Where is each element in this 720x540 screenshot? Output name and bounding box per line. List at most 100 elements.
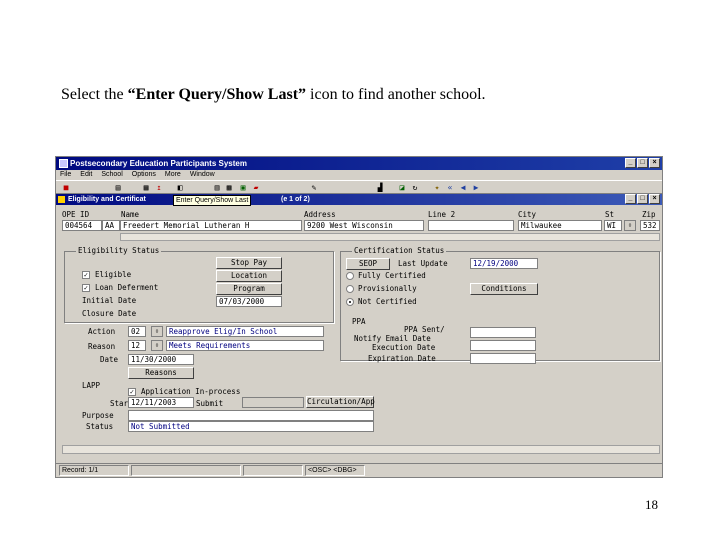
city-field[interactable]: Milwaukee (518, 220, 602, 231)
menu-window[interactable]: Window (190, 170, 215, 180)
opeid-suffix-field[interactable]: AA (102, 220, 120, 231)
stop-pay-button[interactable]: Stop Pay (216, 257, 282, 269)
action-lov-icon[interactable]: ⇳ (151, 326, 163, 337)
minimize-icon[interactable]: _ (625, 158, 636, 168)
app-window: Postsecondary Education Participants Sys… (55, 156, 663, 478)
form-icon (58, 196, 65, 203)
form-title-suffix: (e 1 of 2) (281, 196, 310, 203)
start-date-field[interactable]: 12/11/2003 (128, 397, 194, 408)
menu-bar: File Edit School Options More Window (56, 170, 662, 180)
eligible-checkbox[interactable]: ✓ (82, 271, 90, 279)
refresh-icon[interactable]: ↻ (409, 182, 421, 193)
form-horizontal-scrollbar[interactable] (62, 445, 660, 454)
cancel-query-icon[interactable]: ▣ (237, 182, 249, 193)
action-date-field[interactable]: 11/30/2000 (128, 354, 194, 365)
form-maximize-icon[interactable]: □ (637, 194, 648, 204)
fully-certified-radio[interactable] (346, 272, 354, 280)
ppa-sent-field[interactable] (470, 327, 536, 338)
zip-field[interactable]: 532 (640, 220, 660, 231)
expiration-date-label: Expiration Date (368, 354, 436, 363)
address-label: Address (304, 210, 336, 219)
opeid-field[interactable]: 004564 (62, 220, 102, 231)
circulation-app-button[interactable]: Circulation/App (306, 396, 375, 408)
location-button[interactable]: Location (216, 270, 282, 282)
header-scrollbar[interactable] (120, 233, 660, 241)
caption-text-post: icon to find another school. (306, 86, 486, 103)
menu-file[interactable]: File (60, 170, 71, 180)
app-icon (59, 159, 68, 168)
program-date-field[interactable]: 07/03/2000 (216, 296, 282, 307)
enter-query-show-last-icon[interactable]: ◧ (174, 182, 186, 193)
reason-lov-icon[interactable]: ⇳ (151, 340, 163, 351)
seop-button[interactable]: SEOP (346, 258, 390, 270)
reason-code-field[interactable]: 12 (128, 340, 146, 351)
exit-icon[interactable]: ■ (60, 182, 72, 193)
form-close-icon[interactable]: × (649, 194, 660, 204)
purpose-field[interactable] (128, 410, 374, 421)
reasons-button[interactable]: Reasons (128, 367, 194, 379)
provisionally-radio[interactable] (346, 285, 354, 293)
execution-date-field[interactable] (470, 340, 536, 351)
status-field: Not Submitted (128, 421, 374, 432)
line2-field[interactable] (428, 220, 514, 231)
menu-school[interactable]: School (101, 170, 122, 180)
query-icon[interactable]: ▥ (211, 182, 223, 193)
chart-icon[interactable]: ▟ (374, 182, 386, 193)
conditions-button[interactable]: Conditions (470, 283, 538, 295)
menu-options[interactable]: Options (132, 170, 156, 180)
action-code-field[interactable]: 02 (128, 326, 146, 337)
caption-text-pre: Select the (61, 86, 128, 103)
address-field[interactable]: 9200 West Wisconsin (304, 220, 424, 231)
submit-date-field[interactable] (242, 397, 304, 408)
help-icon[interactable]: ▰ (250, 182, 262, 193)
reason-label: Reason (88, 342, 116, 351)
program-button[interactable]: Program (216, 283, 282, 295)
status-label: Status (86, 422, 114, 431)
eligible-label: Eligible (95, 270, 132, 279)
next-record-icon[interactable]: ▶ (470, 182, 482, 193)
last-update-label: Last Update (398, 259, 448, 268)
application-inprocess-checkbox[interactable]: ✓ (128, 388, 136, 396)
app-title: Postsecondary Education Participants Sys… (70, 159, 247, 168)
certification-group-title: Certification Status (352, 246, 447, 255)
notify-email-label: Notify Email Date (354, 334, 431, 343)
provisionally-label: Provisionally (358, 284, 417, 293)
page-number: 18 (645, 497, 658, 512)
state-lov-icon[interactable]: ⇳ (624, 220, 636, 231)
action-label: Action (88, 327, 116, 336)
status-bar: Record: 1/1 <OSC> <DBG> (56, 463, 662, 477)
print-icon[interactable]: ▤ (112, 182, 124, 193)
expiration-date-field[interactable] (470, 353, 536, 364)
menu-more[interactable]: More (165, 170, 181, 180)
prev-record-icon[interactable]: ◀ (457, 182, 469, 193)
tooltip-enter-query: Enter Query/Show Last (173, 195, 252, 206)
save-icon[interactable]: ▦ (140, 182, 152, 193)
loan-deferment-checkbox[interactable]: ✓ (82, 284, 90, 292)
toolbar: ■ ▤ ▦ ↥ ◧ ▥ ▩ ▣ ▰ ✎ ▟ ◪ ↻ ✦ « ◀ ▶ (56, 180, 662, 194)
delete-icon[interactable]: ↥ (153, 182, 165, 193)
calculator-icon[interactable]: ✎ (308, 182, 320, 193)
school-name-field[interactable]: Freedert Memorial Lutheran H (120, 220, 302, 231)
status-cell-3 (243, 465, 303, 476)
first-record-icon[interactable]: « (444, 182, 456, 193)
line2-label: Line 2 (428, 210, 456, 219)
date-label: Date (100, 355, 119, 364)
action-text-field: Reapprove Elig/In School (166, 326, 324, 337)
execute-query-icon[interactable]: ▩ (223, 182, 235, 193)
form-minimize-icon[interactable]: _ (625, 194, 636, 204)
execution-date-label: Execution Date (372, 343, 436, 352)
lightbulb-icon[interactable]: ✦ (431, 182, 443, 193)
state-label: St (605, 210, 615, 219)
not-certified-radio[interactable] (346, 298, 354, 306)
menu-edit[interactable]: Edit (80, 170, 92, 180)
ppa-label: PPA (352, 317, 366, 326)
close-icon[interactable]: × (649, 158, 660, 168)
opeid-label: OPE ID (62, 210, 90, 219)
status-message (131, 465, 241, 476)
reason-text-field: Meets Requirements (166, 340, 324, 351)
loan-deferment-label: Loan Deferment (95, 283, 159, 292)
folder-icon[interactable]: ◪ (396, 182, 408, 193)
initial-date-label: Initial Date (82, 296, 137, 305)
state-field[interactable]: WI (604, 220, 622, 231)
maximize-icon[interactable]: □ (637, 158, 648, 168)
